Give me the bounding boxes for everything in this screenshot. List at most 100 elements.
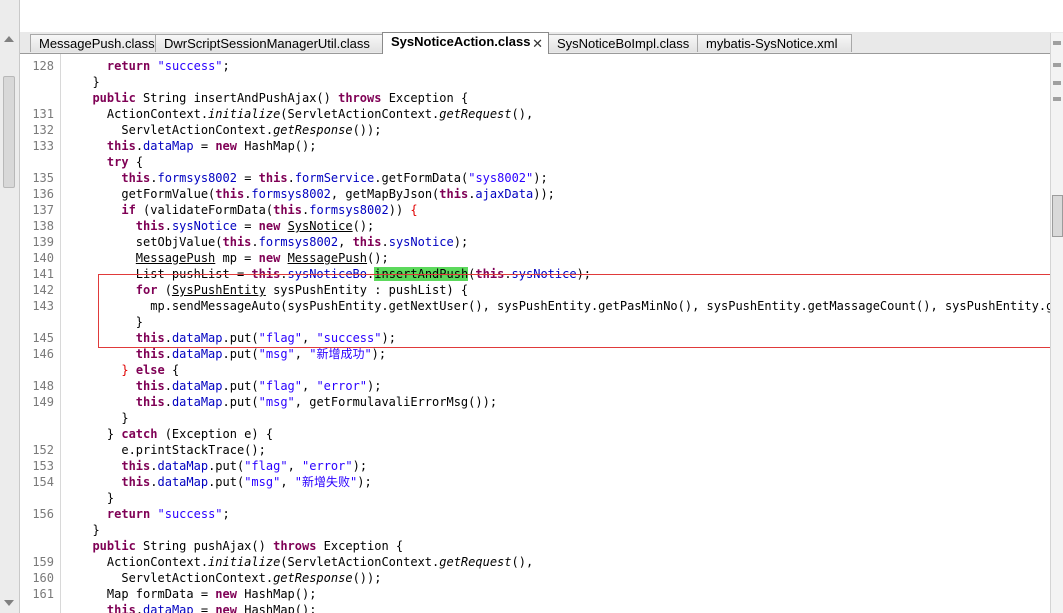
code-token: = [193,603,216,613]
code-token: .put( [222,347,259,361]
outer-scroll-strip[interactable] [0,0,20,613]
code-token: "flag" [244,459,288,473]
code-token: "msg" [258,347,295,361]
code-text: try { [78,154,143,170]
code-token: this [121,459,151,473]
code-token: . [135,139,144,153]
tab-dwrscriptsessionmanagerutil-class[interactable]: DwrScriptSessionManagerUtil.class [155,34,388,52]
code-text: ActionContext.initialize(ServletActionCo… [78,106,533,122]
tab-mybatis-sysnotice-xml[interactable]: mybatis-SysNotice.xml [697,34,852,52]
line-number: 132 [32,123,54,137]
code-token: SysNotice [287,219,353,233]
code-token: formsys8002 [157,171,237,185]
code-token: (validateFormData( [135,203,274,217]
code-token: formsys8002 [251,187,331,201]
code-token: . [150,171,158,185]
code-text: ServletActionContext.getResponse()); [78,122,381,138]
overview-mark [1053,81,1061,85]
code-token: new [215,603,237,613]
line-number: 156 [32,507,54,521]
code-text: public String insertAndPushAjax() throws… [78,90,468,106]
line-number: 161 [32,587,54,601]
line-number: 141 [32,267,54,281]
code-token: String insertAndPushAjax() [135,91,339,105]
tab-sysnoticeboimpl-class[interactable]: SysNoticeBoImpl.class [548,34,698,52]
code-line: } else { [20,362,1051,378]
code-line: this.dataMap = new HashMap(); [20,602,1051,613]
highlight-annotation-box [98,274,1053,348]
code-token: dataMap [171,347,223,361]
code-token: public [92,539,136,553]
code-line: 139 setObjValue(this.formsys8002, this.s… [20,234,1051,250]
code-token: ); [533,171,548,185]
line-number: 135 [32,171,54,185]
code-token: throws [273,539,317,553]
outer-scroll-thumb[interactable] [3,76,15,188]
code-token: , [294,347,310,361]
code-token: . [164,347,172,361]
code-token: String pushAjax() [135,539,274,553]
code-token: "flag" [258,379,302,393]
tab-label: MessagePush.class [39,36,155,51]
code-token: "新增失败" [294,475,358,489]
code-line: 131 ActionContext.initialize(ServletActi… [20,106,1051,122]
code-token: HashMap(); [236,587,317,601]
code-token: } [78,491,115,505]
code-text: this.sysNotice = new SysNotice(); [78,218,375,234]
code-token: initialize [208,107,281,121]
code-text: this.dataMap.put("flag", "error"); [78,378,382,394]
code-token: new [215,139,237,153]
code-line: 159 ActionContext.initialize(ServletActi… [20,554,1051,570]
code-token: , getMapByJson( [330,187,440,201]
tab-messagepush-class[interactable]: MessagePush.class [30,34,162,52]
code-token: .getFormData( [374,171,469,185]
code-token: .put( [208,459,245,473]
code-token: catch [121,427,158,441]
code-token: this [106,603,136,613]
code-token: (), [511,555,534,569]
code-token: ); [453,235,469,249]
line-number: 138 [32,219,54,233]
tab-label: SysNoticeBoImpl.class [557,36,690,51]
code-token: this [135,379,165,393]
code-token: dataMap [157,475,209,489]
code-text: } catch (Exception e) { [78,426,273,442]
code-token: this [215,187,245,201]
code-token: this [273,203,302,217]
close-tab-icon[interactable]: ✕ [532,36,543,52]
code-token: . [164,395,172,409]
editor-vertical-scrollbar[interactable] [1050,33,1063,613]
code-token: new [215,587,237,601]
code-token: sysNotice [388,235,454,249]
code-token: = [236,219,259,233]
code-token: { [410,203,418,217]
code-text: this.dataMap.put("msg", getFormulavaliEr… [78,394,497,410]
code-text: return "success"; [78,58,230,74]
code-text: this.dataMap = new HashMap(); [78,138,317,154]
code-token: setObjValue( [78,235,223,249]
code-token: , [280,475,295,489]
code-token: Map formData = [78,587,216,601]
code-token: } [121,363,129,377]
scroll-up-arrow-icon[interactable] [4,36,14,42]
code-line: 136 getFormValue(this.formsys8002, getMa… [20,186,1051,202]
code-line: 135 this.formsys8002 = this.formService.… [20,170,1051,186]
code-token: HashMap(); [237,139,317,153]
code-token: ServletActionContext. [78,571,274,585]
editor-scroll-thumb[interactable] [1052,195,1063,237]
code-token: (), [511,107,534,121]
tab-label: DwrScriptSessionManagerUtil.class [164,36,370,51]
line-number: 142 [32,283,54,297]
code-token: (ServletActionContext. [280,107,440,121]
code-token: } [78,75,100,89]
scroll-down-arrow-icon[interactable] [4,600,14,606]
code-text: } [78,490,114,506]
tab-sysnoticeaction-class[interactable]: SysNoticeAction.class ✕ [382,32,549,54]
